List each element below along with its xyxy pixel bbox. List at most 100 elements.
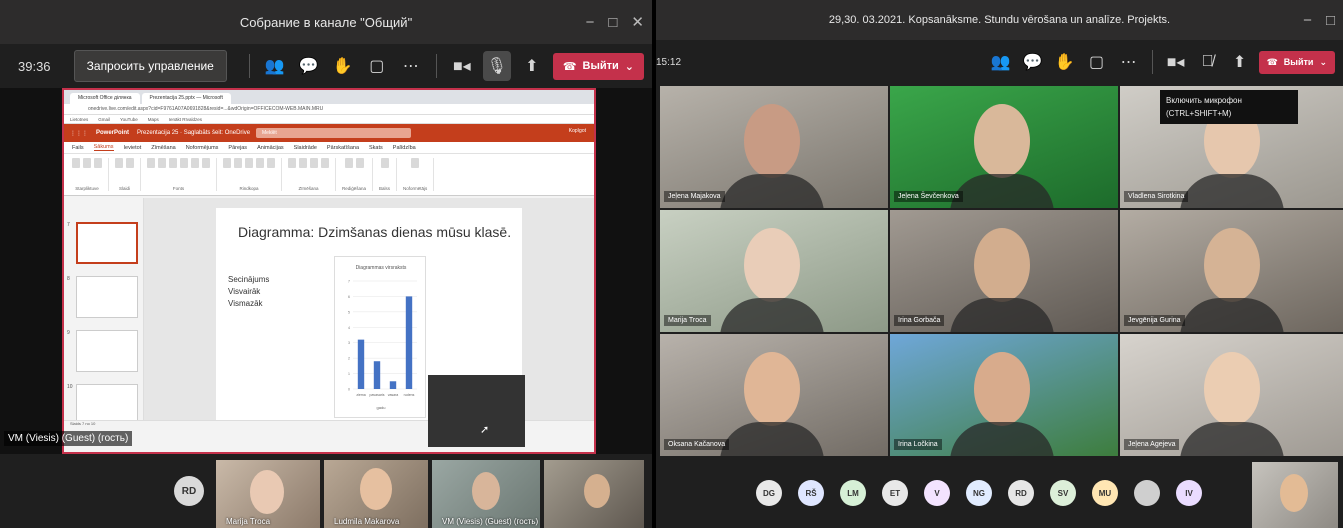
browser-tab[interactable]: Prezentacija 25.pptx — Microsoft (141, 93, 231, 104)
participant-avatar[interactable]: DG (756, 480, 782, 506)
share-screen-icon[interactable]: ⬆ (519, 53, 545, 79)
participant-avatar[interactable]: RD (174, 476, 204, 506)
participant-video-tile[interactable]: Jevgēnija Gurina (1120, 210, 1343, 332)
self-video-preview: ➚ (428, 375, 525, 447)
ribbon-tab[interactable]: Animācijas (257, 145, 284, 151)
ribbon-tab[interactable]: Noformējums (186, 145, 219, 151)
ribbon-tab[interactable]: Slaidrāde (294, 145, 317, 151)
bookmark[interactable]: YouTube (120, 117, 138, 122)
request-control-button[interactable]: Запросить управление (73, 50, 227, 82)
participant-name: Irina Gorbača (894, 315, 945, 326)
participant-video-tile[interactable]: Marija Troca (660, 210, 888, 332)
x-tick-label: pavasaris (370, 393, 385, 397)
participant-face (974, 228, 1030, 302)
participant-video[interactable]: Marija Troca (216, 460, 320, 528)
ribbon-icons[interactable] (147, 158, 210, 186)
chevron-down-icon: ⌄ (624, 60, 634, 73)
ribbon-icons[interactable] (223, 158, 275, 186)
close-icon[interactable]: ✕ (631, 13, 644, 31)
more-options-icon[interactable]: ⋯ (398, 53, 424, 79)
participants-icon[interactable]: 👥 (988, 49, 1014, 75)
leave-button[interactable]: ☎ Выйти ⌄ (1258, 50, 1335, 74)
participant-avatar[interactable]: MU (1092, 480, 1118, 506)
participant-face (1280, 474, 1308, 512)
rooms-icon[interactable]: ▢ (364, 53, 390, 79)
participant-body (720, 298, 824, 332)
participant-video[interactable]: Ludmila Makarova (324, 460, 428, 528)
app-launcher-icon[interactable]: ⋮⋮⋮ (70, 130, 88, 137)
minimize-icon[interactable]: − (586, 14, 595, 31)
camera-icon[interactable]: ■◂ (1163, 49, 1189, 75)
ribbon-tab[interactable]: Pārskatīšana (327, 145, 359, 151)
ribbon-icons[interactable] (72, 158, 102, 186)
ribbon-tab[interactable]: Pārejas (228, 145, 247, 151)
ribbon-icons[interactable] (411, 158, 420, 186)
browser-tab[interactable]: Microsoft Office ділянка (70, 93, 140, 104)
ribbon-icons[interactable] (115, 158, 134, 186)
share-screen-icon[interactable]: ⬆ (1227, 49, 1253, 75)
participant-video-tile[interactable]: Jeļena Ševčenkova (890, 86, 1118, 208)
ribbon-group-label: Slaidi (118, 186, 130, 191)
participant-video[interactable] (544, 460, 644, 528)
separator (248, 54, 250, 78)
microphone-icon[interactable]: 🎙 (482, 51, 511, 81)
ribbon-tab[interactable]: Zīmēšana (151, 145, 175, 151)
participant-video-tile[interactable]: Oksana Kačanova (660, 334, 888, 456)
slide-thumbnail[interactable] (76, 330, 138, 372)
participants-icon[interactable]: 👥 (262, 53, 288, 79)
participant-name: Marija Troca (226, 517, 271, 526)
leave-label: Выйти (1283, 57, 1314, 67)
ribbon-icons[interactable] (344, 158, 364, 186)
maximize-icon[interactable]: □ (1326, 12, 1335, 29)
address-bar[interactable]: onedrive.live.com/edit.aspx?cid=F9761A07… (64, 104, 594, 115)
participant-video-tile[interactable]: Jeļena Majakova (660, 86, 888, 208)
participant-video-tile[interactable]: Jeļena Agejeva (1120, 334, 1343, 456)
x-tick-label: rudens (404, 393, 415, 397)
bookmark[interactable]: Lietotnes (70, 117, 88, 122)
ribbon-tab[interactable]: Skats (369, 145, 383, 151)
participant-avatar[interactable]: NG (966, 480, 992, 506)
participant-avatar[interactable]: RŠ (798, 480, 824, 506)
ribbon-tab[interactable]: Sākums (93, 144, 114, 151)
participant-avatar[interactable]: RD (1008, 480, 1034, 506)
raise-hand-icon[interactable]: ✋ (1052, 49, 1078, 75)
bookmark[interactable]: Gmail (98, 117, 110, 122)
slide-title: Diagramma: Dzimšanas dienas mūsu klasē. (238, 224, 512, 240)
leave-button[interactable]: ☎ Выйти ⌄ (552, 52, 644, 80)
ribbon-tab[interactable]: Palīdzība (393, 145, 416, 151)
raise-hand-icon[interactable]: ✋ (330, 53, 356, 79)
participant-name: Jeļena Agejeva (1124, 439, 1180, 450)
participant-video[interactable]: VM (Viesis) (Guest) (гость) (432, 460, 540, 528)
participant-avatar[interactable]: ET (882, 480, 908, 506)
chat-icon[interactable]: 💬 (296, 53, 322, 79)
bookmark[interactable]: Ienākt Rīvaldzes (169, 117, 202, 122)
slide-thumbnail-selected[interactable] (76, 222, 138, 264)
participant-avatar[interactable]: IV (1176, 480, 1202, 506)
participant-avatar[interactable]: SV (1050, 480, 1076, 506)
participant-avatar[interactable]: LM (840, 480, 866, 506)
maximize-icon[interactable]: □ (608, 14, 617, 31)
search-box[interactable]: Meklēt (256, 128, 411, 138)
slide-number: 8 (67, 276, 70, 282)
ribbon-tab[interactable]: Ievietot (124, 145, 142, 151)
rooms-icon[interactable]: ▢ (1084, 49, 1110, 75)
ribbon-icons[interactable] (380, 158, 389, 186)
slide-text-line: Secinājums (228, 275, 270, 284)
participant-avatar[interactable]: V (924, 480, 950, 506)
ribbon-icons[interactable] (288, 158, 329, 186)
share-button[interactable]: Kopīgot (569, 128, 586, 134)
more-options-icon[interactable]: ⋯ (1116, 49, 1142, 75)
slide-thumbnail[interactable] (76, 276, 138, 318)
participant-video-tile[interactable]: Irina Gorbača (890, 210, 1118, 332)
participant-face (472, 472, 500, 510)
ribbon-tab[interactable]: Fails (72, 145, 84, 151)
y-tick-label: 6 (348, 295, 350, 299)
camera-icon[interactable]: ■◂ (449, 53, 475, 79)
x-tick-label: ziema (356, 393, 365, 397)
microphone-muted-icon[interactable]: 🎙̸ (1195, 49, 1221, 75)
chat-icon[interactable]: 💬 (1020, 49, 1046, 75)
participant-avatar[interactable] (1134, 480, 1160, 506)
bookmark[interactable]: Maps (148, 117, 159, 122)
participant-video-tile[interactable]: Irina Ločkina (890, 334, 1118, 456)
minimize-icon[interactable]: − (1303, 12, 1312, 29)
